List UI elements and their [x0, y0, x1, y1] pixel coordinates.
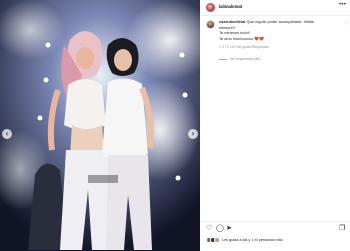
bookmark-icon[interactable]: ❐	[339, 224, 345, 232]
comment-meta: 1 h 72.122 Me gusta Responder	[219, 45, 270, 49]
comment-line-4: Te amo muchooooo	[219, 35, 254, 41]
commenter-username[interactable]: cazzudeoficial	[219, 19, 245, 24]
next-photo-button[interactable]: ›	[188, 129, 198, 139]
likes-count-text: Les gusta a lali y 1 M personas más	[222, 238, 283, 242]
share-icon[interactable]: ➤	[226, 224, 232, 232]
comment-text: cazzudeoficial Que orgullo poder acompañ…	[219, 19, 343, 41]
concert-photo-illustration	[0, 0, 200, 251]
post-details-panel: lalimalomat ••• cazzudeoficial Que orgul…	[200, 0, 350, 251]
comment-hearts: ❤️❤️	[254, 35, 264, 41]
like-heart-icon[interactable]: ♡	[206, 224, 212, 232]
replies-divider	[219, 58, 227, 60]
liker-avatar	[214, 237, 220, 243]
actions-divider	[200, 221, 350, 222]
post-header: lalimalomat •••	[200, 0, 350, 16]
more-horizontal-icon[interactable]: •••	[339, 2, 346, 8]
post-actions-bar: ♡ ◯ ➤ ❐	[200, 224, 350, 234]
likes-summary[interactable]: Les gusta a lali y 1 M personas más	[206, 237, 346, 244]
post-photo[interactable]: ‹ ›	[0, 0, 200, 251]
comment-line-3: Te mereces todo!!	[219, 30, 250, 36]
previous-photo-button[interactable]: ‹	[2, 129, 12, 139]
comment-bubble-icon[interactable]: ◯	[216, 224, 224, 232]
author-username[interactable]: lalimalomat	[219, 4, 242, 9]
comment-like-icon[interactable]: ♡	[345, 21, 349, 26]
view-replies-label: Ver respuestas (86)	[230, 57, 261, 61]
comment-line-1: Que orgullo poder acompañarte, brillás	[246, 19, 314, 24]
comment-line-2: siempre!!	[219, 24, 235, 30]
view-replies-link[interactable]: Ver respuestas (86)	[219, 57, 261, 61]
author-avatar[interactable]	[206, 3, 215, 12]
commenter-avatar[interactable]	[206, 20, 215, 29]
